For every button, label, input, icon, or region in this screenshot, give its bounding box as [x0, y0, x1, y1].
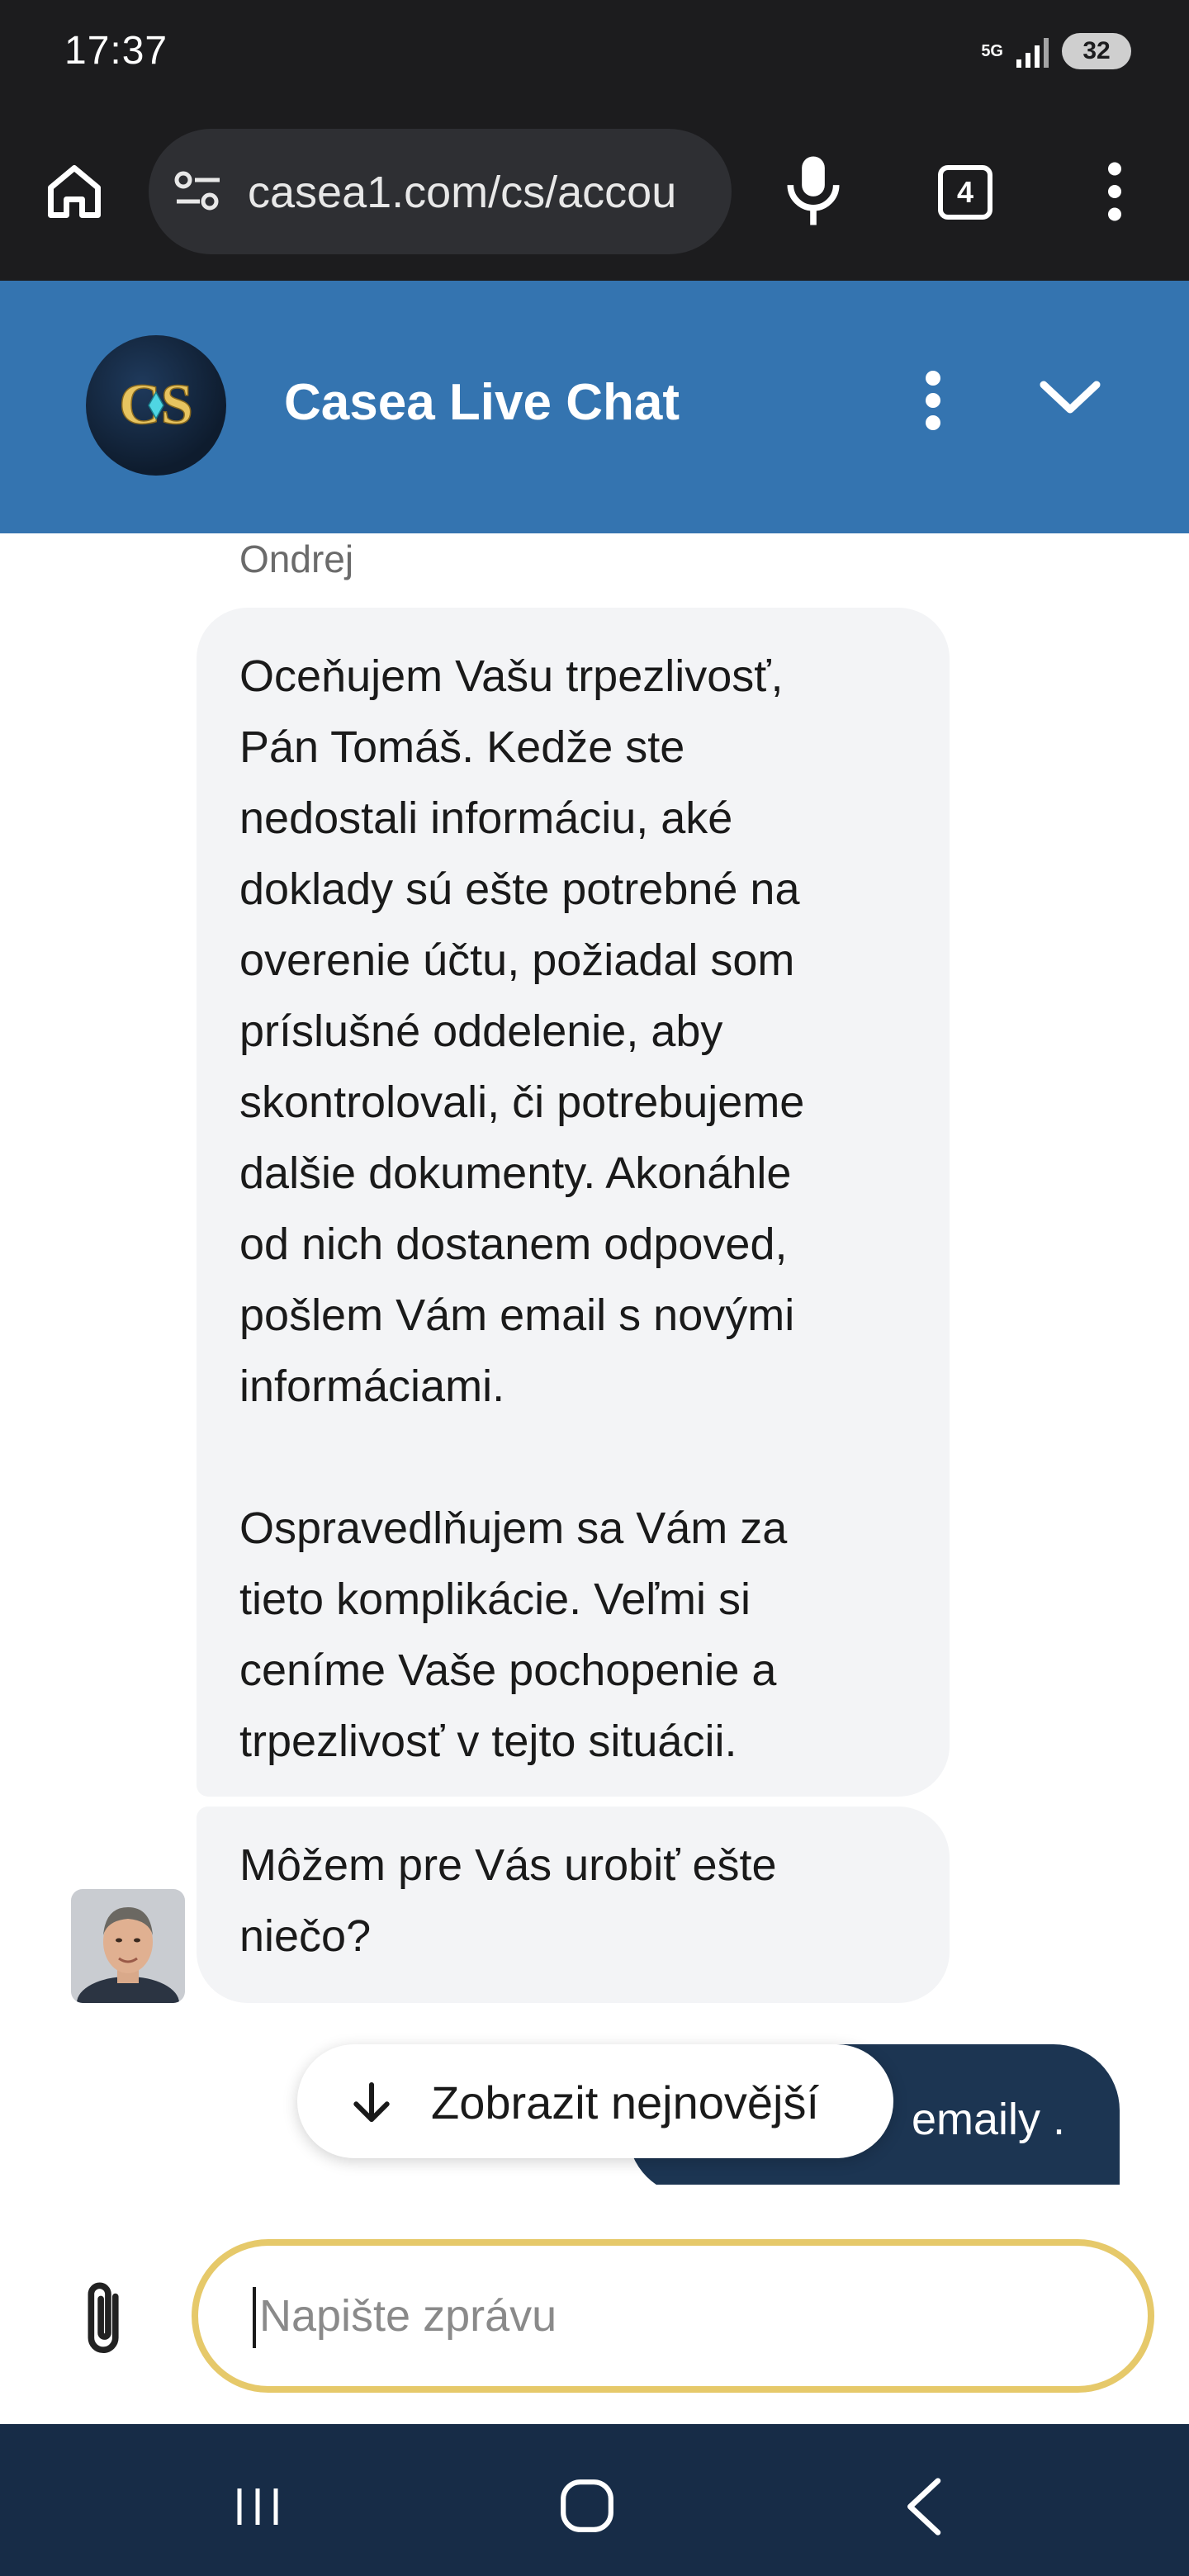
status-time: 17:37: [64, 29, 168, 73]
address-bar[interactable]: casea1.com/cs/accou: [149, 129, 732, 254]
message-input[interactable]: [192, 2239, 1154, 2393]
message-line: ceníme Vaše pochopenie a: [239, 1646, 777, 1695]
url-text: casea1.com/cs/accou: [248, 168, 677, 217]
back-icon[interactable]: [900, 2475, 946, 2538]
user-message-text: emaily .: [911, 2095, 1065, 2144]
chat-title: Casea Live Chat: [284, 374, 680, 431]
mic-icon[interactable]: [784, 154, 842, 228]
chat-messages[interactable]: Ondrej Oceňujem Vašu trpezlivosť, Pán To…: [0, 533, 1189, 2185]
message-line: trpezlivosť v tejto situácii.: [239, 1717, 737, 1766]
agent-message-bubble: Môžem pre Vás urobiť ešte niečo?: [197, 1807, 950, 2003]
recents-icon[interactable]: [233, 2482, 282, 2531]
chevron-down-icon[interactable]: [1039, 373, 1101, 423]
chat-menu-icon[interactable]: [917, 363, 950, 438]
status-bar: 17:37 5G 32: [0, 0, 1189, 116]
composer: [0, 2185, 1189, 2424]
message-line: overenie účtu, požiadal som: [239, 935, 795, 985]
message-line: Môžem pre Vás urobiť ešte: [239, 1840, 777, 1890]
message-line: Oceňujem Vašu trpezlivosť,: [239, 651, 784, 701]
agent-name: Ondrej: [239, 537, 354, 580]
message-line: Ospravedlňujem sa Vám za: [239, 1503, 788, 1553]
battery-indicator: 32: [1062, 33, 1131, 69]
scroll-to-newest-label: Zobrazit nejnovější: [431, 2076, 820, 2129]
tune-icon[interactable]: [173, 170, 223, 213]
chat-header: CS Casea Live Chat: [0, 281, 1189, 533]
system-nav-bar: [0, 2424, 1189, 2576]
browser-toolbar: casea1.com/cs/accou 4: [0, 116, 1189, 281]
home-icon: [48, 165, 101, 218]
paperclip-icon[interactable]: [81, 2277, 130, 2360]
casea-logo: CS: [86, 335, 226, 476]
message-line: Pán Tomáš. Kedže ste: [239, 722, 685, 772]
status-icons: 5G 32: [981, 33, 1131, 69]
network-5g-indicator: 5G: [981, 42, 1003, 60]
home-nav-icon[interactable]: [558, 2477, 616, 2535]
home-button[interactable]: [40, 157, 109, 226]
message-line: dalšie dokumenty. Akonáhle: [239, 1148, 792, 1198]
arrow-down-icon: [353, 2081, 390, 2123]
scroll-to-newest-button[interactable]: Zobrazit nejnovější: [297, 2044, 893, 2158]
message-line: skontrolovali, či potrebujeme: [239, 1077, 805, 1127]
message-line: niečo?: [239, 1911, 372, 1961]
more-vert-icon[interactable]: [1090, 159, 1139, 225]
tabs-button[interactable]: 4: [938, 165, 992, 220]
message-line: nedostali informáciu, aké: [239, 793, 733, 843]
message-line: doklady sú ešte potrebné na: [239, 864, 800, 914]
message-line: pošlem Vám email s novými: [239, 1290, 795, 1340]
message-line: od nich dostanem odpoved,: [239, 1219, 788, 1269]
text-caret: [253, 2287, 256, 2348]
message-line: tieto komplikácie. Veľmi si: [239, 1574, 751, 1624]
agent-message-bubble: Oceňujem Vašu trpezlivosť, Pán Tomáš. Ke…: [197, 608, 950, 1797]
agent-avatar: [71, 1889, 185, 2003]
message-line: informáciami.: [239, 1361, 505, 1411]
message-line: príslušné oddelenie, aby: [239, 1006, 723, 1056]
signal-icon: [1016, 35, 1049, 68]
